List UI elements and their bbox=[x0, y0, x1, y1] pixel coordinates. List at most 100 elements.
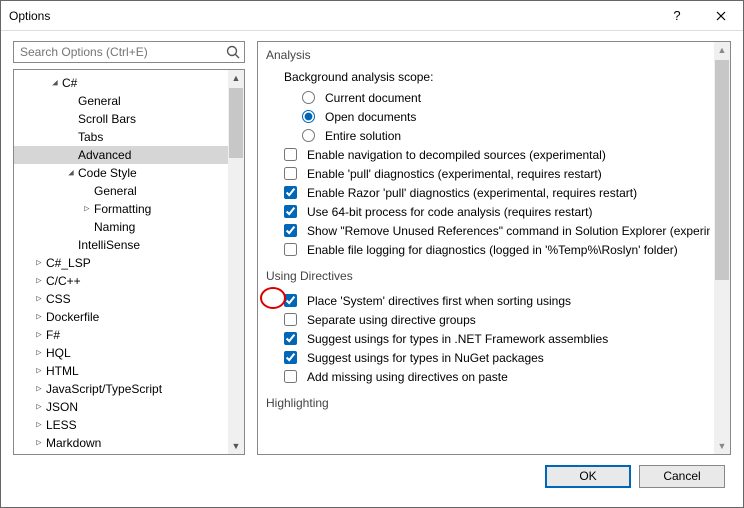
tree-item[interactable]: General bbox=[14, 182, 244, 200]
checkbox-input[interactable] bbox=[284, 351, 297, 364]
option-label: Suggest usings for types in .NET Framewo… bbox=[307, 332, 608, 346]
tree-items: ◢C# General Scroll BarsTabsAdvanced◢Code S… bbox=[14, 70, 244, 455]
checkbox-option[interactable]: Show "Remove Unused References" command … bbox=[284, 221, 710, 240]
tree-item-label: Naming bbox=[94, 220, 135, 234]
chevron-right-icon[interactable]: ▷ bbox=[32, 402, 46, 412]
tree-item[interactable]: ▷CSS bbox=[14, 290, 244, 308]
analysis-body: Background analysis scope: Current docum… bbox=[266, 64, 710, 269]
tree-scrollbar[interactable]: ▲ ▼ bbox=[228, 70, 244, 454]
tree-item-label: F# bbox=[46, 328, 60, 342]
tree-item[interactable]: ▷C#_LSP bbox=[14, 254, 244, 272]
chevron-down-icon[interactable]: ◢ bbox=[48, 78, 62, 88]
chevron-down-icon[interactable]: ◢ bbox=[64, 168, 78, 178]
scope-radio-group: Current document Open documents Entire sol… bbox=[284, 88, 710, 145]
radio-input[interactable] bbox=[302, 129, 315, 142]
checkbox-input[interactable] bbox=[284, 224, 297, 237]
checkbox-input[interactable] bbox=[284, 205, 297, 218]
tree-item[interactable]: ▷F# bbox=[14, 326, 244, 344]
checkbox-input[interactable] bbox=[284, 294, 297, 307]
search-wrap bbox=[13, 41, 245, 63]
using-checks: Place 'System' directives first when sor… bbox=[266, 285, 710, 396]
radio-option[interactable]: Entire solution bbox=[302, 126, 710, 145]
checkbox-input[interactable] bbox=[284, 186, 297, 199]
option-label: Open documents bbox=[325, 110, 416, 124]
panel-scrollbar[interactable]: ▲ ▼ bbox=[714, 42, 730, 454]
tree-item-label: LESS bbox=[46, 418, 77, 432]
scroll-thumb[interactable] bbox=[715, 60, 729, 280]
tree-item[interactable]: ▷Formatting bbox=[14, 200, 244, 218]
tree-item-label: HQL bbox=[46, 346, 71, 360]
radio-input[interactable] bbox=[302, 91, 315, 104]
close-icon bbox=[716, 11, 726, 21]
tree-item[interactable]: Tabs bbox=[14, 128, 244, 146]
scope-label: Background analysis scope: bbox=[284, 70, 710, 84]
checkbox-input[interactable] bbox=[284, 167, 297, 180]
checkbox-input[interactable] bbox=[284, 313, 297, 326]
checkbox-option[interactable]: Enable navigation to decompiled sources … bbox=[284, 145, 710, 164]
chevron-right-icon[interactable]: ▷ bbox=[32, 438, 46, 448]
ok-button[interactable]: OK bbox=[545, 465, 631, 488]
tree-item[interactable]: Advanced bbox=[14, 146, 244, 164]
scroll-up-icon[interactable]: ▲ bbox=[714, 42, 730, 58]
checkbox-option[interactable]: Enable file logging for diagnostics (log… bbox=[284, 240, 710, 259]
tree-item[interactable]: IntelliSense bbox=[14, 236, 244, 254]
checkbox-option[interactable]: Separate using directive groups bbox=[284, 310, 710, 329]
option-label: Suggest usings for types in NuGet packag… bbox=[307, 351, 544, 365]
checkbox-option[interactable]: Use 64-bit process for code analysis (re… bbox=[284, 202, 710, 221]
tree-item[interactable]: ◢Code Style bbox=[14, 164, 244, 182]
option-label: Use 64-bit process for code analysis (re… bbox=[307, 205, 592, 219]
radio-option[interactable]: Current document bbox=[302, 88, 710, 107]
scroll-up-icon[interactable]: ▲ bbox=[228, 70, 244, 86]
checkbox-input[interactable] bbox=[284, 148, 297, 161]
chevron-right-icon[interactable]: ▷ bbox=[32, 348, 46, 358]
search-input[interactable] bbox=[13, 41, 245, 63]
chevron-right-icon[interactable]: ▷ bbox=[32, 366, 46, 376]
close-button[interactable] bbox=[699, 2, 743, 30]
checkbox-input[interactable] bbox=[284, 332, 297, 345]
tree-item[interactable]: ▷HTML bbox=[14, 362, 244, 380]
tree-item[interactable]: ▷Dockerfile bbox=[14, 308, 244, 326]
checkbox-option[interactable]: Suggest usings for types in NuGet packag… bbox=[284, 348, 710, 367]
checkbox-option[interactable]: Suggest usings for types in .NET Framewo… bbox=[284, 329, 710, 348]
tree-item[interactable]: ▷JSON bbox=[14, 398, 244, 416]
tree-item-label: C#_LSP bbox=[46, 256, 91, 270]
chevron-right-icon[interactable]: ▷ bbox=[32, 258, 46, 268]
chevron-right-icon[interactable]: ▷ bbox=[32, 384, 46, 394]
scroll-down-icon[interactable]: ▼ bbox=[714, 438, 730, 454]
checkbox-option[interactable]: Add missing using directives on paste bbox=[284, 367, 710, 386]
help-button[interactable]: ? bbox=[655, 2, 699, 30]
scroll-thumb[interactable] bbox=[229, 88, 243, 158]
tree-item-label: General bbox=[78, 94, 121, 108]
tree-item[interactable]: Scroll Bars bbox=[14, 110, 244, 128]
chevron-right-icon[interactable]: ▷ bbox=[32, 294, 46, 304]
checkbox-option[interactable]: Enable 'pull' diagnostics (experimental,… bbox=[284, 164, 710, 183]
checkbox-option[interactable]: Place 'System' directives first when sor… bbox=[284, 291, 710, 310]
content-area: ◢C# General Scroll BarsTabsAdvanced◢Code S… bbox=[1, 31, 743, 507]
radio-input[interactable] bbox=[302, 110, 315, 123]
chevron-right-icon[interactable]: ▷ bbox=[32, 420, 46, 430]
tree-item[interactable]: ▷JavaScript/TypeScript bbox=[14, 380, 244, 398]
tree-item[interactable]: ▷HQL bbox=[14, 344, 244, 362]
checkbox-input[interactable] bbox=[284, 370, 297, 383]
radio-option[interactable]: Open documents bbox=[302, 107, 710, 126]
cancel-button[interactable]: Cancel bbox=[639, 465, 725, 488]
tree-item[interactable]: ◢C# bbox=[14, 74, 244, 92]
options-dialog: Options ? ◢C#GeneralScroll BarsTabsAdvan… bbox=[0, 0, 744, 508]
chevron-right-icon[interactable]: ▷ bbox=[32, 330, 46, 340]
checkbox-option[interactable]: Enable Razor 'pull' diagnostics (experim… bbox=[284, 183, 710, 202]
option-label: Separate using directive groups bbox=[307, 313, 476, 327]
tree-item[interactable]: ▷C/C++ bbox=[14, 272, 244, 290]
tree-item[interactable]: ▷LESS bbox=[14, 416, 244, 434]
search-icon bbox=[225, 44, 241, 60]
checkbox-input[interactable] bbox=[284, 243, 297, 256]
scroll-down-icon[interactable]: ▼ bbox=[228, 438, 244, 454]
section-heading: Highlighting bbox=[266, 396, 710, 410]
tree-item-label: JSON bbox=[46, 400, 78, 414]
tree-item-label: Formatting bbox=[94, 202, 151, 216]
tree-item[interactable]: ▷Markdown bbox=[14, 434, 244, 452]
chevron-right-icon[interactable]: ▷ bbox=[80, 204, 94, 214]
tree-item[interactable]: General bbox=[14, 92, 244, 110]
chevron-right-icon[interactable]: ▷ bbox=[32, 276, 46, 286]
tree-item[interactable]: Naming bbox=[14, 218, 244, 236]
chevron-right-icon[interactable]: ▷ bbox=[32, 312, 46, 322]
